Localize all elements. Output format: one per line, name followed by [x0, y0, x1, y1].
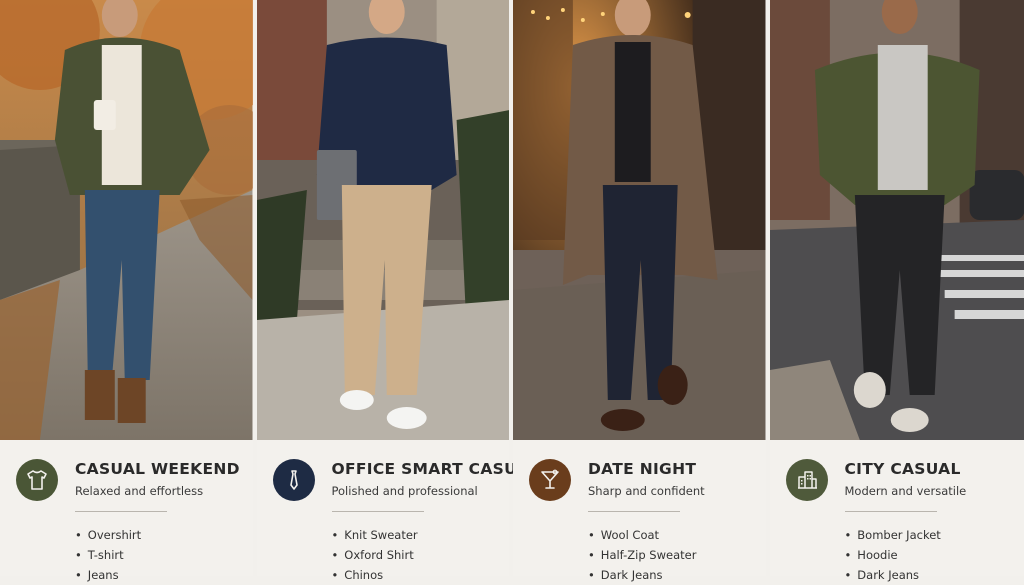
outfit-items-list: Bomber Jacket Hoodie Dark Jeans	[845, 525, 941, 585]
outfit-items-list: Knit Sweater Oxford Shirt Chinos	[332, 525, 418, 585]
outfit-subtitle: Sharp and confident	[588, 484, 705, 498]
tie-icon	[273, 459, 315, 501]
divider	[332, 511, 424, 512]
outfit-subtitle: Relaxed and effortless	[75, 484, 203, 498]
outfit-title: CITY CASUAL	[845, 460, 961, 478]
list-item: Wool Coat	[588, 525, 696, 545]
list-item: Half-Zip Sweater	[588, 545, 696, 565]
outfit-grid: CASUAL WEEKEND Relaxed and effortless Ov…	[0, 0, 1024, 576]
city-buildings-icon	[786, 459, 828, 501]
divider	[75, 511, 167, 512]
divider	[845, 511, 937, 512]
outfit-items-list: Overshirt T-shirt Jeans	[75, 525, 141, 585]
list-item: Dark Jeans	[845, 565, 941, 585]
list-item: Overshirt	[75, 525, 141, 545]
outfit-card-office-smart-casual: OFFICE SMART CASUAL Polished and profess…	[257, 440, 510, 576]
outfit-column-office-smart-casual: OFFICE SMART CASUAL Polished and profess…	[257, 0, 510, 576]
outfit-subtitle: Modern and versatile	[845, 484, 967, 498]
outfit-items-list: Wool Coat Half-Zip Sweater Dark Jeans	[588, 525, 696, 585]
outfit-column-date-night: DATE NIGHT Sharp and confident Wool Coat…	[513, 0, 766, 576]
divider	[588, 511, 680, 512]
outfit-photo-casual-weekend	[0, 0, 253, 440]
list-item: Knit Sweater	[332, 525, 418, 545]
outfit-photo-office-smart-casual	[257, 0, 510, 440]
list-item: Dark Jeans	[588, 565, 696, 585]
list-item: Oxford Shirt	[332, 545, 418, 565]
outfit-title: DATE NIGHT	[588, 460, 696, 478]
list-item: Jeans	[75, 565, 141, 585]
outfit-subtitle: Polished and professional	[332, 484, 478, 498]
list-item: T-shirt	[75, 545, 141, 565]
outfit-photo-date-night	[513, 0, 766, 440]
outfit-column-casual-weekend: CASUAL WEEKEND Relaxed and effortless Ov…	[0, 0, 253, 576]
list-item: Hoodie	[845, 545, 941, 565]
outfit-title: OFFICE SMART CASUAL	[332, 460, 540, 478]
outfit-card-date-night: DATE NIGHT Sharp and confident Wool Coat…	[513, 440, 766, 576]
outfit-photo-city-casual	[770, 0, 1024, 440]
outfit-title: CASUAL WEEKEND	[75, 460, 240, 478]
outfit-column-city-casual: CITY CASUAL Modern and versatile Bomber …	[770, 0, 1024, 576]
list-item: Bomber Jacket	[845, 525, 941, 545]
tshirt-icon	[16, 459, 58, 501]
outfit-card-city-casual: CITY CASUAL Modern and versatile Bomber …	[770, 440, 1024, 576]
cocktail-glass-icon	[529, 459, 571, 501]
outfit-card-casual-weekend: CASUAL WEEKEND Relaxed and effortless Ov…	[0, 440, 253, 576]
list-item: Chinos	[332, 565, 418, 585]
